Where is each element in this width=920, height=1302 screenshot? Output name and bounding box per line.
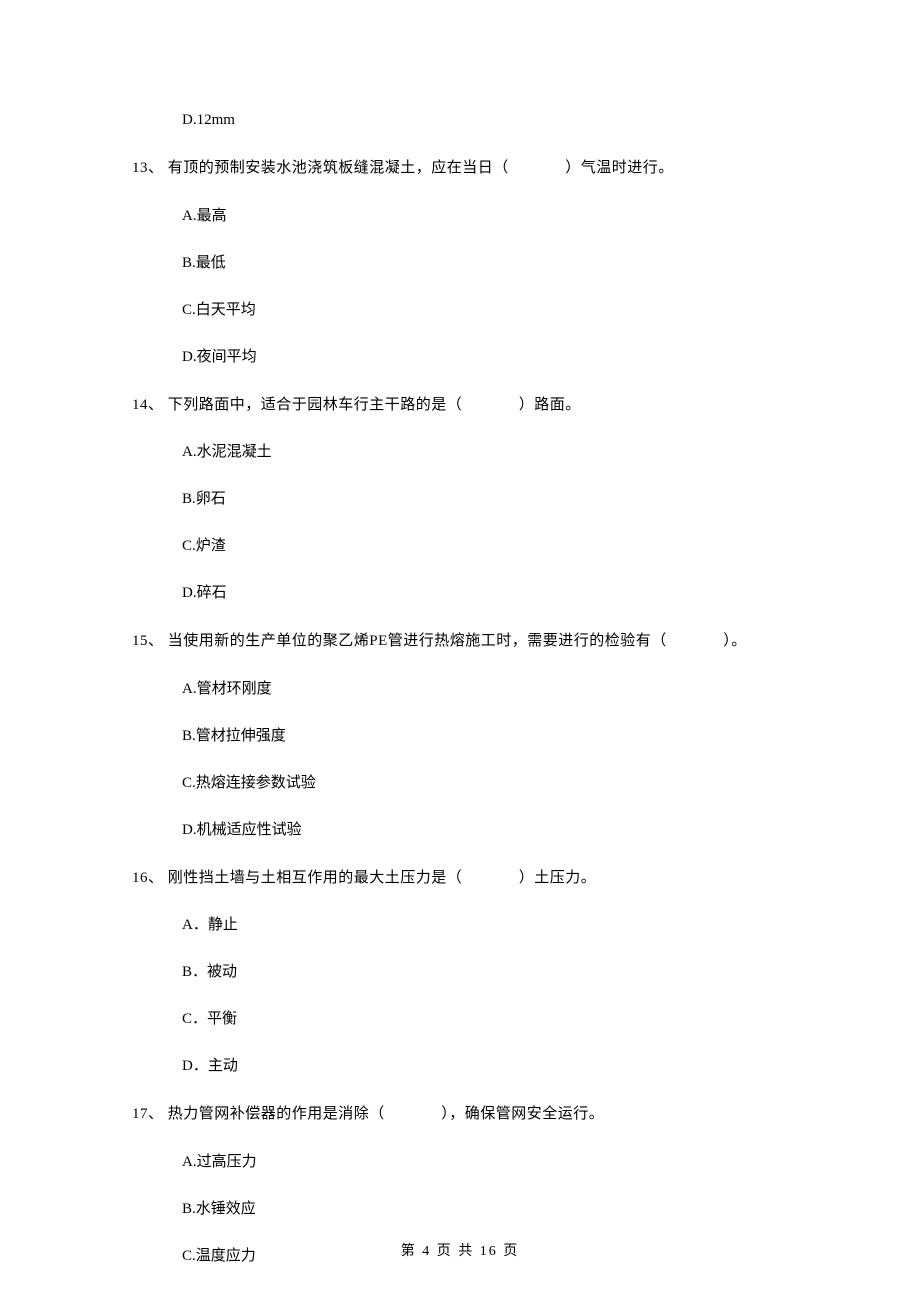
- question-text-post: ），确保管网安全运行。: [441, 1106, 604, 1122]
- page-content: D.12mm 13、 有顶的预制安装水池浇筑板缝混凝土，应在当日（ ）气温时进行…: [0, 0, 920, 1267]
- option-item: C.炉渣: [182, 536, 788, 557]
- option-item: A.最高: [182, 206, 788, 227]
- option-item: B.水锤效应: [182, 1199, 788, 1220]
- question-text-pre: 当使用新的生产单位的聚乙烯PE管进行热熔施工时，需要进行的检验有（: [168, 633, 667, 649]
- question-number: 17、: [132, 1106, 164, 1122]
- question-13: 13、 有顶的预制安装水池浇筑板缝混凝土，应在当日（ ）气温时进行。: [132, 157, 788, 180]
- question-text-post: ）土压力。: [519, 870, 597, 886]
- question-text-pre: 下列路面中，适合于园林车行主干路的是（: [168, 397, 463, 413]
- option-item: C.热熔连接参数试验: [182, 773, 788, 794]
- question-text-pre: 热力管网补偿器的作用是消除（: [168, 1106, 385, 1122]
- question-number: 15、: [132, 633, 164, 649]
- question-14: 14、 下列路面中，适合于园林车行主干路的是（ ）路面。: [132, 394, 788, 417]
- question-number: 14、: [132, 397, 164, 413]
- option-item: B.最低: [182, 253, 788, 274]
- question-text-post: ）路面。: [519, 397, 581, 413]
- option-item: D.碎石: [182, 583, 788, 604]
- question-number: 16、: [132, 870, 164, 886]
- option-item: A.管材环刚度: [182, 679, 788, 700]
- option-item: B.管材拉伸强度: [182, 726, 788, 747]
- option-item: A.过高压力: [182, 1152, 788, 1173]
- question-17: 17、 热力管网补偿器的作用是消除（ ），确保管网安全运行。: [132, 1103, 788, 1126]
- question-text-post: ）气温时进行。: [565, 160, 674, 176]
- option-item: A.水泥混凝土: [182, 442, 788, 463]
- question-text-pre: 有顶的预制安装水池浇筑板缝混凝土，应在当日（: [168, 160, 509, 176]
- option-item: C.白天平均: [182, 300, 788, 321]
- question-15: 15、 当使用新的生产单位的聚乙烯PE管进行热熔施工时，需要进行的检验有（ ）。: [132, 630, 788, 653]
- option-item: D.12mm: [182, 110, 788, 131]
- question-number: 13、: [132, 160, 164, 176]
- page-footer: 第 4 页 共 16 页: [0, 1240, 920, 1260]
- option-item: D．主动: [182, 1056, 788, 1077]
- question-text-pre: 刚性挡土墙与土相互作用的最大土压力是（: [168, 870, 463, 886]
- option-item: B.卵石: [182, 489, 788, 510]
- option-item: D.夜间平均: [182, 347, 788, 368]
- question-text-post: ）。: [723, 633, 747, 649]
- option-item: C．平衡: [182, 1009, 788, 1030]
- question-16: 16、 刚性挡土墙与土相互作用的最大土压力是（ ）土压力。: [132, 867, 788, 890]
- option-item: D.机械适应性试验: [182, 820, 788, 841]
- option-item: B．被动: [182, 962, 788, 983]
- option-item: A．静止: [182, 915, 788, 936]
